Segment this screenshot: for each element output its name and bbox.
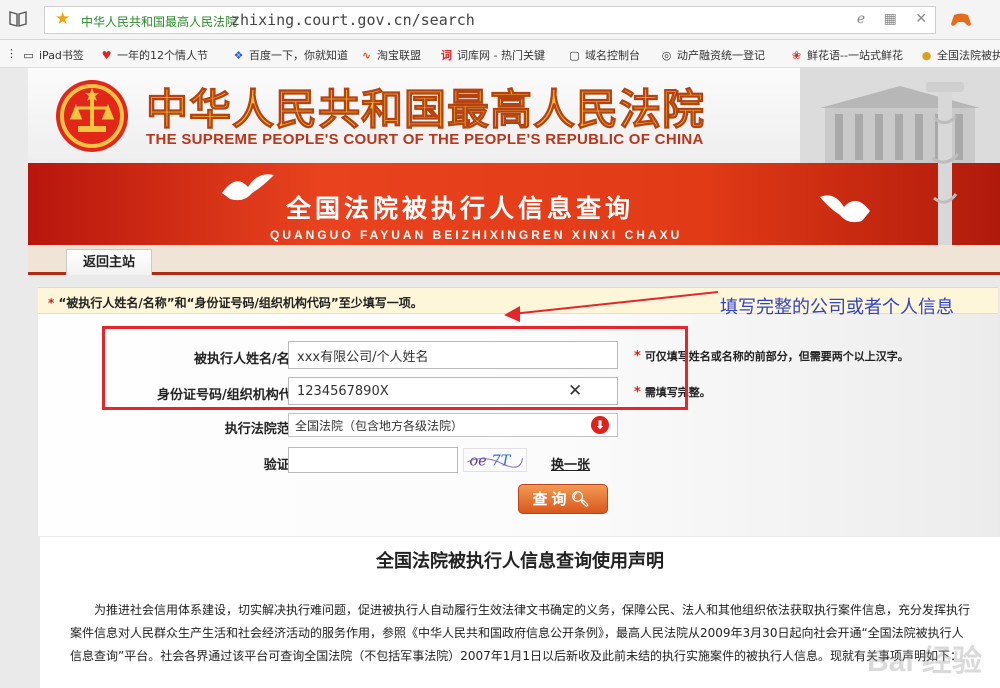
bookmark-item[interactable]: ∿ 淘宝联盟 [360,47,421,63]
bookmark-item[interactable]: ◎ 动产融资统一登记 [660,47,765,63]
paw-icon: ❖ [233,49,244,62]
dove-icon [820,195,870,223]
baidu-watermark: Bai 经验 [866,645,982,678]
search-icon: 🔍︎ [570,490,594,508]
url-actions: ℯ ▦ ✕ [843,11,927,27]
ie-mode-icon[interactable]: ℯ [857,11,865,27]
declaration-panel: 全国法院被执行人信息查询使用声明 为推进社会信用体系建设，切实解决执行难问题，促… [40,537,1000,688]
bookmark-divider-icon: ⋮ [6,47,17,60]
huabiao-pillar-image [926,82,964,275]
bookmark-item[interactable]: ● 全国法院被执 [920,47,1000,63]
banner-title-en: QUANGUO FAYUAN BEIZHIXINGREN XINXI CHAXU [270,228,683,242]
back-home-tab[interactable]: 返回主站 [66,249,152,275]
dropdown-arrow-icon[interactable]: ⬇ [591,416,609,434]
highlight-box [102,326,688,410]
gamepad-icon[interactable] [950,9,972,29]
national-emblem-icon [56,80,128,152]
globe-icon: ◎ [661,49,672,62]
dove-icon [222,174,274,201]
declaration-body: 为推进社会信用体系建设，切实解决执行难问题，促进被执行人自动履行生效法律文书确定… [70,603,971,663]
search-form: * “被执行人姓名/名称”和“身份证号码/组织机构代码”至少填写一项。 被执行人… [38,287,998,536]
svg-text:7T: 7T [491,453,511,470]
bookmark-item[interactable]: ▭ iPad书签 [22,47,84,63]
required-star: * [48,296,55,310]
captcha-input[interactable] [288,447,458,473]
bookmark-item[interactable]: ❀ 鲜花语--一站式鲜花 [790,47,903,63]
captcha-label: 验证码: [263,458,308,473]
declaration-title: 全国法院被执行人信息查询使用声明 [376,551,664,572]
heart-icon: ♥ [101,49,112,62]
court-scope-label: 执行法院范围: [224,422,308,437]
folder-icon: ▭ [23,49,34,62]
annotation-text: 填写完整的公司或者个人信息 [720,297,954,318]
court-scope-select[interactable]: 全国法院（包含地方各级法院） [288,413,618,437]
url-text[interactable]: zhixing.court.gov.cn/search [231,11,475,29]
court-name-cn: 中华人民共和国最高人民法院 [145,85,706,135]
taobao-icon: ∿ [361,49,372,62]
bookmark-item[interactable]: 词词库网 - 热门关键 [440,47,545,63]
bookmark-item[interactable]: ♥ 一年的12个情人节 [100,47,208,63]
close-icon[interactable]: ✕ [915,11,927,27]
svg-text:oe: oe [469,453,487,470]
address-bar: ★ 中华人民共和国最高人民法院 zhixing.court.gov.cn/sea… [0,0,1000,40]
bookmark-item[interactable]: ▢ 域名控制台 [568,47,640,63]
court-header: 中华人民共和国最高人民法院 THE SUPREME PEOPLE'S COURT… [28,68,1000,163]
banner-title-cn: 全国法院被执行人信息查询 [286,194,635,223]
tab-title: 中华人民共和国最高人民法院 [81,15,238,29]
console-icon: ▢ [569,49,580,62]
bookmarks-bar: ⋮ ▭ iPad书签 ♥ 一年的12个情人节 ❖ 百度一下，你就知道 ∿ 淘宝联盟 词词… [0,40,1000,68]
favorite-star-icon[interactable]: ★ [55,9,70,29]
nav-strip: 返回主站 [28,245,1000,275]
emblem-icon: ● [921,49,932,62]
grid-icon[interactable]: ▦ [884,11,897,27]
refresh-captcha-link[interactable]: 换一张 [551,454,590,473]
reading-list-icon[interactable] [8,10,28,28]
query-button-label: 查询 [532,490,571,508]
url-box[interactable]: ★ 中华人民共和国最高人民法院 zhixing.court.gov.cn/sea… [44,6,936,34]
court-name-en: THE SUPREME PEOPLE'S COURT OF THE PEOPLE… [146,131,704,148]
ci-icon: 词 [441,49,452,62]
notice-text: “被执行人姓名/名称”和“身份证号码/组织机构代码”至少填写一项。 [58,296,423,310]
flower-icon: ❀ [791,49,802,62]
captcha-image: oe 7T [463,448,527,472]
query-button[interactable]: 查询🔍︎ [518,484,608,514]
bookmark-item[interactable]: ❖ 百度一下，你就知道 [232,47,348,63]
query-banner: 全国法院被执行人信息查询 QUANGUO FAYUAN BEIZHIXINGRE… [28,163,1000,245]
